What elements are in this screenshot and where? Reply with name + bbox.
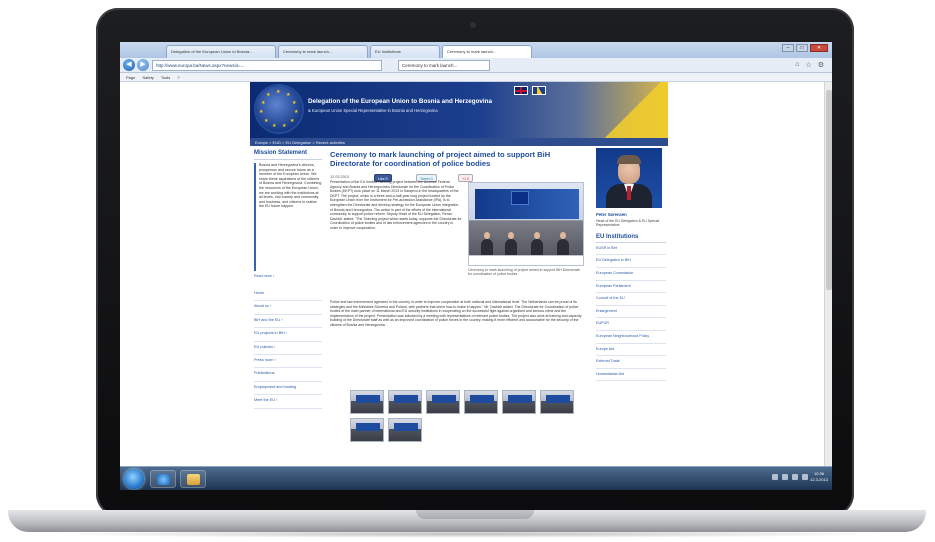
- left-menu-item[interactable]: Press room ›: [254, 355, 322, 369]
- gallery-thumbnail[interactable]: [426, 390, 460, 414]
- maximize-button[interactable]: □: [796, 44, 808, 52]
- gallery-thumbnail[interactable]: [464, 390, 498, 414]
- read-more-link[interactable]: Read more ›: [254, 274, 322, 278]
- article-body: Police and law enforcement agencies in t…: [330, 300, 582, 327]
- representative-portrait[interactable]: [596, 148, 662, 208]
- browser-tab[interactable]: EU Institutions: [370, 45, 440, 58]
- active-tab-title[interactable]: Ceremony to mark launch...: [398, 60, 490, 71]
- left-menu-item[interactable]: EU projects in BiH ›: [254, 328, 322, 342]
- institution-link[interactable]: External Trade: [596, 356, 666, 369]
- battery-icon[interactable]: [802, 474, 808, 480]
- left-menu-item[interactable]: EU policies ›: [254, 342, 322, 355]
- institution-link[interactable]: Europe Aid: [596, 344, 666, 357]
- institution-link[interactable]: European Parliament: [596, 281, 666, 294]
- laptop-base: [8, 510, 926, 532]
- institution-link[interactable]: EU Delegation in BiH: [596, 255, 666, 268]
- url-input[interactable]: http://www.europa.ba/News.aspx?newsid=..…: [152, 60, 382, 71]
- article-date: 12.03.2013: [330, 175, 350, 179]
- left-menu-item[interactable]: About us ›: [254, 301, 322, 315]
- article-intro: Presentation of the EU funded Twinning p…: [330, 180, 462, 230]
- gallery-thumbnail[interactable]: [350, 390, 384, 414]
- representative-name[interactable]: Peter Sørensen: [596, 212, 666, 217]
- start-button[interactable]: [124, 469, 144, 489]
- camera-icon: [470, 22, 476, 28]
- article-title: Ceremony to mark launching of project ai…: [330, 150, 551, 168]
- gallery-thumbnail[interactable]: [540, 390, 574, 414]
- browser-icons: ⌂ ☆ ⚙: [795, 61, 824, 69]
- mission-title: Mission Statement: [254, 150, 322, 160]
- gallery-thumbnail[interactable]: [350, 418, 384, 442]
- left-menu-item[interactable]: Publications: [254, 368, 322, 382]
- breadcrumb[interactable]: Europe > EUD > EU Delegation > Recent ac…: [250, 138, 668, 146]
- command-help[interactable]: ?: [177, 75, 179, 80]
- institution-link[interactable]: European Commission: [596, 268, 666, 281]
- favorites-icon[interactable]: ☆: [805, 61, 811, 69]
- address-bar: ◀ ▶ http://www.europa.ba/News.aspx?newsi…: [120, 58, 832, 73]
- laptop-notch: [416, 510, 534, 519]
- browser-tab[interactable]: Delegation of the European Union to Bosn…: [166, 45, 276, 58]
- scrollbar-thumb[interactable]: [826, 90, 832, 290]
- taskbar: 10:36 12.3.2013: [120, 466, 832, 490]
- banner-subtitle: & European Union Special Representative …: [308, 108, 438, 113]
- command-page[interactable]: Page: [126, 75, 135, 80]
- bih-flag-icon[interactable]: [532, 86, 546, 95]
- window-controls: – □ ✕: [782, 44, 828, 52]
- gallery-thumbnail[interactable]: [388, 418, 422, 442]
- representative-title: Head of the EU Delegation & EU Special R…: [596, 219, 660, 228]
- home-icon[interactable]: ⌂: [795, 61, 799, 69]
- eu-logo[interactable]: ★ ★ ★ ★ ★ ★ ★ ★ ★ ★ ★: [256, 86, 302, 132]
- site-banner: ★ ★ ★ ★ ★ ★ ★ ★ ★ ★ ★ Delegation of the …: [250, 82, 668, 138]
- photo-caption: Ceremony to mark launching of project ai…: [468, 268, 580, 277]
- web-page: ★ ★ ★ ★ ★ ★ ★ ★ ★ ★ ★ Delegation of the …: [250, 82, 668, 466]
- close-button[interactable]: ✕: [810, 44, 828, 52]
- command-tools[interactable]: Tools: [161, 75, 170, 80]
- article-photo[interactable]: [468, 182, 584, 266]
- system-tray: [772, 474, 808, 480]
- ie-taskbar-icon[interactable]: [150, 470, 176, 488]
- volume-icon[interactable]: [782, 474, 788, 480]
- photo-table: [469, 255, 583, 265]
- institution-link[interactable]: Council of the EU: [596, 293, 666, 306]
- institution-link[interactable]: Enlargement: [596, 306, 666, 319]
- left-menu-item[interactable]: Meet the EU ›: [254, 395, 322, 409]
- forward-button[interactable]: ▶: [137, 59, 149, 71]
- left-menu-item[interactable]: Home: [254, 288, 322, 302]
- banner-title: Delegation of the European Union to Bosn…: [308, 98, 493, 105]
- banner-decoration: [598, 82, 668, 138]
- command-safety[interactable]: Safety: [142, 75, 153, 80]
- gear-icon[interactable]: ⚙: [818, 61, 824, 69]
- command-bar: Page Safety Tools ?: [120, 73, 832, 82]
- clock[interactable]: 10:36 12.3.2013: [810, 471, 828, 483]
- mission-text: Bosnia and Herzegovina's citizens, prosp…: [254, 163, 322, 271]
- gallery-thumbnail[interactable]: [388, 390, 422, 414]
- gallery-thumbnail[interactable]: [502, 390, 536, 414]
- left-menu-item[interactable]: BiH and the EU ›: [254, 315, 322, 329]
- clock-date: 12.3.2013: [810, 477, 828, 482]
- institution-link[interactable]: EUSR in BiH: [596, 243, 666, 256]
- left-menu: Home About us › BiH and the EU › EU proj…: [254, 288, 322, 409]
- english-flag-icon[interactable]: [514, 86, 528, 95]
- vertical-scrollbar[interactable]: [824, 82, 832, 466]
- minimize-button[interactable]: –: [782, 44, 794, 52]
- institution-link[interactable]: Humanitarian Aid: [596, 369, 666, 382]
- institutions-title: EU Institutions: [596, 234, 666, 243]
- photo-eu-flag: [511, 191, 529, 205]
- left-menu-item[interactable]: Employment and funding: [254, 382, 322, 396]
- flag-icon[interactable]: [792, 474, 798, 480]
- browser-tab[interactable]: Ceremony to mark launch...: [278, 45, 368, 58]
- article: Ceremony to mark launching of project ai…: [330, 150, 586, 442]
- back-button[interactable]: ◀: [123, 59, 135, 71]
- institution-link[interactable]: European Neighbourhood Policy: [596, 331, 666, 344]
- browser-viewport: ★ ★ ★ ★ ★ ★ ★ ★ ★ ★ ★ Delegation of the …: [120, 82, 832, 466]
- screen: Delegation of the European Union to Bosn…: [120, 42, 832, 490]
- browser-tabbar: Delegation of the European Union to Bosn…: [120, 42, 832, 58]
- browser-tab-active[interactable]: Ceremony to mark launch...: [442, 45, 532, 58]
- left-sidebar: Mission Statement Bosnia and Herzegovina…: [254, 150, 322, 409]
- network-icon[interactable]: [772, 474, 778, 480]
- institution-link[interactable]: EUFOR: [596, 318, 666, 331]
- right-sidebar: Peter Sørensen Head of the EU Delegation…: [596, 148, 666, 382]
- explorer-taskbar-icon[interactable]: [180, 470, 206, 488]
- laptop-scene: Delegation of the European Union to Bosn…: [0, 0, 935, 542]
